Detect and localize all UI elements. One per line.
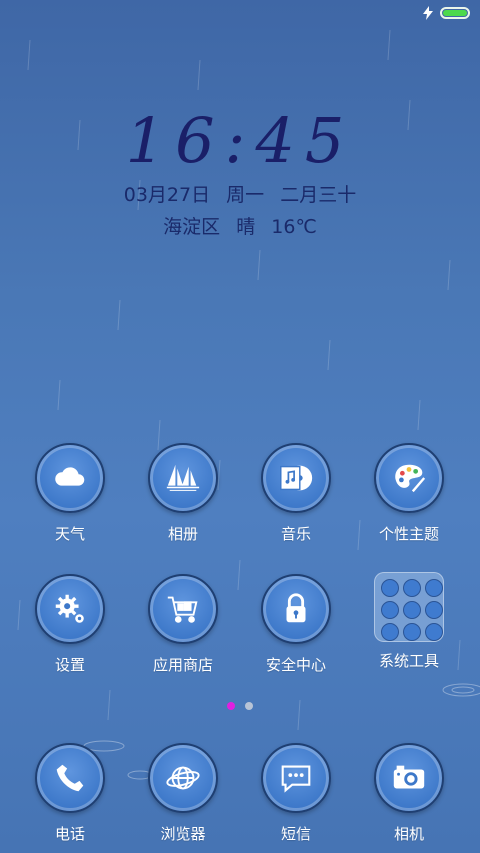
phone-icon	[35, 743, 105, 813]
palette-icon	[374, 443, 444, 513]
app-label: 设置	[54, 656, 85, 674]
app-label: 安全中心	[265, 656, 326, 674]
location-text: 海淀区	[163, 216, 221, 238]
weekday-text: 周一	[226, 184, 265, 206]
calculator-icon	[425, 579, 443, 597]
lunar-date-text: 二月三十	[280, 184, 357, 206]
music-disc-icon	[261, 443, 331, 513]
globe-icon	[148, 743, 218, 813]
recorder-icon	[403, 623, 421, 641]
gear-icon	[35, 574, 105, 644]
clock-time: 16:45	[125, 104, 355, 177]
weather-line: 海淀区 晴 16℃	[0, 212, 480, 239]
dock-camera[interactable]: 相机	[354, 743, 464, 844]
downloads-icon	[425, 623, 443, 641]
notes-icon	[381, 601, 399, 619]
sailboat-icon	[148, 443, 218, 513]
clock-icon	[425, 601, 443, 619]
folder-icon	[374, 572, 444, 642]
compass-icon	[381, 623, 399, 641]
app-system-tools-folder[interactable]: 系统工具	[354, 572, 464, 671]
date-text: 03月27日	[123, 184, 211, 206]
page-dot[interactable]	[245, 702, 253, 710]
app-label: 相机	[393, 825, 424, 843]
dock-browser[interactable]: 浏览器	[128, 743, 238, 844]
battery-fill	[443, 10, 467, 16]
mail-icon	[403, 579, 421, 597]
app-gallery[interactable]: 相册	[128, 443, 238, 544]
app-label: 相册	[167, 525, 198, 543]
app-settings[interactable]: 设置	[15, 574, 125, 675]
app-music[interactable]: 音乐	[241, 443, 351, 544]
message-icon	[261, 743, 331, 813]
page-indicator	[0, 702, 480, 710]
cloud-icon	[35, 443, 105, 513]
app-label: 天气	[54, 525, 85, 543]
app-weather[interactable]: 天气	[15, 443, 125, 544]
battery-icon	[440, 7, 470, 19]
app-label: 个性主题	[378, 525, 439, 543]
date-line: 03月27日 周一 二月三十	[0, 180, 480, 207]
files-icon	[403, 601, 421, 619]
app-security[interactable]: 安全中心	[241, 574, 351, 675]
app-label: 短信	[280, 825, 311, 843]
weather-condition: 晴	[236, 216, 256, 238]
temperature-text: 16℃	[271, 216, 317, 238]
dock-messages[interactable]: 短信	[241, 743, 351, 844]
app-label: 浏览器	[160, 825, 206, 843]
app-label: 应用商店	[152, 656, 213, 674]
app-store[interactable]: 应用商店	[128, 574, 238, 675]
status-bar	[422, 4, 470, 22]
app-themes[interactable]: 个性主题	[354, 443, 464, 544]
dock-phone[interactable]: 电话	[15, 743, 125, 844]
cart-icon	[148, 574, 218, 644]
contacts-icon	[381, 579, 399, 597]
lock-icon	[261, 574, 331, 644]
app-label: 系统工具	[378, 652, 439, 670]
app-label: 电话	[54, 825, 85, 843]
charging-icon	[423, 6, 433, 20]
camera-icon	[374, 743, 444, 813]
app-label: 音乐	[280, 525, 311, 543]
page-dot-active[interactable]	[227, 702, 235, 710]
